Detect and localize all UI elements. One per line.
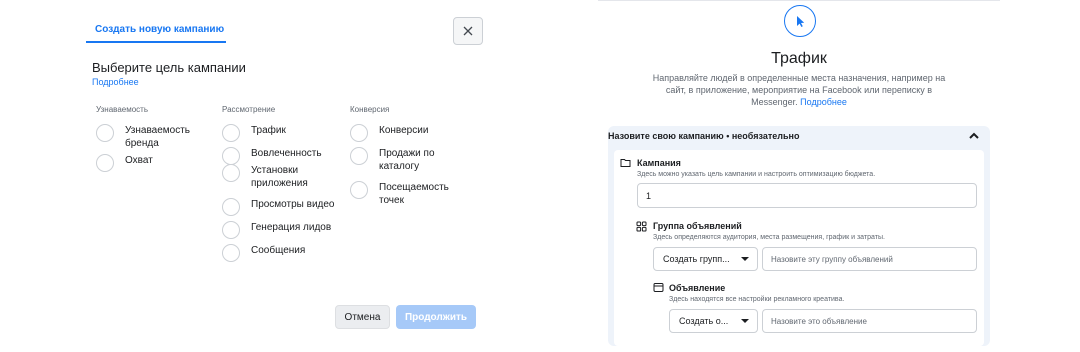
column-title: Рассмотрение [222, 105, 276, 114]
radio-button[interactable] [222, 124, 240, 142]
radio-button[interactable] [350, 181, 368, 199]
radio-button[interactable] [222, 244, 240, 262]
section-title: Назовите свою кампанию • необязательно [608, 131, 800, 141]
objective-option-lead-generation[interactable]: Генерация лидов [222, 221, 340, 239]
objective-option-reach[interactable]: Охват [96, 154, 211, 172]
objective-option-brand-awareness[interactable]: Узнаваемость бренда [96, 124, 211, 150]
objective-description: Направляйте людей в определенные места н… [644, 72, 954, 108]
option-label: Узнаваемость бренда [125, 125, 191, 149]
objective-column-awareness: Узнаваемость Узнаваемость бренда Охват [96, 105, 211, 172]
campaign-hint: Здесь можно указать цель кампании и наст… [637, 171, 876, 178]
adset-create-dropdown[interactable]: Создать групп... [653, 247, 758, 271]
radio-button[interactable] [222, 164, 240, 182]
learn-more-link[interactable]: Подробнее [800, 97, 847, 107]
objective-option-engagement[interactable]: Вовлеченность [222, 147, 340, 165]
column-title: Конверсия [350, 105, 390, 114]
option-label: Трафик [251, 125, 286, 136]
ad-name-input[interactable]: Назовите это объявление [762, 309, 977, 333]
objective-option-video-views[interactable]: Просмотры видео [222, 198, 340, 216]
radio-button[interactable] [96, 124, 114, 142]
option-label: Охват [125, 155, 153, 166]
tab-active-indicator [86, 41, 226, 43]
column-title: Узнаваемость [96, 105, 149, 114]
dropdown-value: Создать групп... [663, 254, 730, 264]
objective-details-panel: Трафик Направляйте людей в определенные … [598, 0, 1000, 352]
objective-option-messages[interactable]: Сообщения [222, 244, 340, 262]
option-label: Конверсии [379, 125, 429, 136]
chevron-up-icon[interactable] [968, 131, 980, 141]
divider [598, 0, 1000, 1]
option-label: Вовлеченность [251, 148, 322, 159]
option-label: Продажи по каталогу [379, 148, 435, 172]
tab-create-campaign[interactable]: Создать новую кампанию [95, 24, 224, 35]
objective-title: Трафик [771, 50, 827, 67]
objective-column-consideration: Рассмотрение Трафик Вовлеченность Устано… [222, 105, 340, 262]
create-campaign-dialog: Создать новую кампанию Выберите цель кам… [0, 0, 520, 352]
objective-option-traffic[interactable]: Трафик [222, 124, 340, 142]
objective-option-catalog-sales[interactable]: Продажи по каталогу [350, 147, 460, 173]
adset-label: Группа объявлений [653, 221, 742, 231]
close-icon [463, 26, 473, 36]
ad-label: Объявление [669, 283, 726, 293]
ad-hint: Здесь находятся все настройки рекламного… [669, 296, 845, 303]
radio-button[interactable] [350, 147, 368, 165]
cursor-icon [797, 16, 805, 27]
objective-option-store-traffic[interactable]: Посещаемость точек [350, 181, 460, 207]
option-label: Установки приложения [251, 165, 308, 189]
adset-name-input[interactable]: Назовите эту группу объявлений [762, 247, 977, 271]
radio-button[interactable] [222, 147, 240, 165]
grid-icon [636, 221, 647, 232]
continue-button[interactable]: Продолжить [396, 305, 476, 329]
campaign-label: Кампания [637, 158, 681, 168]
radio-button[interactable] [222, 198, 240, 216]
page-title: Выберите цель кампании [92, 60, 246, 75]
option-label: Генерация лидов [251, 222, 332, 233]
folder-icon [620, 159, 631, 167]
ad-create-dropdown[interactable]: Создать о... [669, 309, 758, 333]
caret-down-icon [741, 319, 749, 323]
radio-button[interactable] [222, 221, 240, 239]
dropdown-value: Создать о... [679, 316, 729, 326]
objective-option-app-installs[interactable]: Установки приложения [222, 164, 340, 190]
option-label: Сообщения [251, 245, 306, 256]
learn-more-link[interactable]: Подробнее [92, 77, 139, 87]
description-text: Направляйте людей в определенные места н… [652, 73, 946, 107]
close-button[interactable] [453, 17, 483, 45]
objective-column-conversion: Конверсия Конверсии Продажи по каталогу … [350, 105, 460, 207]
option-label: Посещаемость точек [379, 182, 449, 206]
campaign-name-input[interactable]: 1 [637, 183, 977, 208]
cancel-button[interactable]: Отмена [335, 305, 390, 329]
objective-badge [784, 5, 816, 37]
radio-button[interactable] [96, 154, 114, 172]
ad-icon [653, 283, 664, 292]
adset-hint: Здесь определяются аудитория, места разм… [653, 234, 885, 241]
objective-option-conversions[interactable]: Конверсии [350, 124, 460, 142]
caret-down-icon [741, 257, 749, 261]
option-label: Просмотры видео [251, 199, 335, 210]
radio-button[interactable] [350, 124, 368, 142]
